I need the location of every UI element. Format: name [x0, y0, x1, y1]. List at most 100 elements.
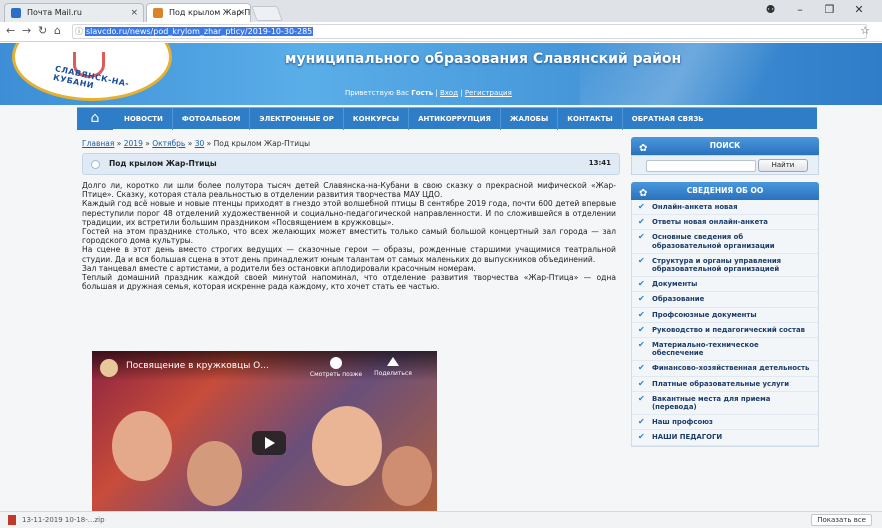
video-title[interactable]: Посвящение в кружковцы О...	[126, 361, 296, 371]
article-body: Долго ли, коротко ли шли более полутора …	[82, 181, 616, 291]
menu-item-complaints[interactable]: ЖАЛОБЫ	[501, 108, 559, 130]
sidebar-link-label: Платные образовательные услуги	[652, 379, 790, 388]
video-frame-decoration	[312, 406, 382, 486]
show-all-button[interactable]: Показать все	[811, 514, 872, 526]
sidebar-link[interactable]: ✔ Ответы новая онлайн-анкета	[632, 215, 818, 231]
sidebar-link[interactable]: ✔ Основные сведения об образовательной ор…	[632, 230, 818, 254]
sidebar-link[interactable]: ✔ Финансово-хозяйственная детельность	[632, 361, 818, 377]
check-icon: ✔	[638, 309, 645, 319]
menu-item-news[interactable]: НОВОСТИ	[115, 108, 173, 130]
back-icon[interactable]: ←	[6, 24, 15, 37]
mail-icon	[11, 8, 21, 18]
menu-list: НОВОСТИ ФОТОАЛЬБОМ ЭЛЕКТРОННЫЕ ОР КОНКУР…	[115, 108, 713, 130]
check-icon: ✔	[638, 279, 645, 289]
sidebar-link-label: НАШИ ПЕДАГОГИ	[652, 433, 723, 442]
minimize-icon[interactable]: –	[787, 3, 813, 16]
info-icon[interactable]: ⓘ	[75, 25, 83, 38]
breadcrumb-current: Под крылом Жар-Птицы	[213, 139, 311, 148]
sidebar-link-label: Документы	[652, 280, 698, 289]
url-input[interactable]: ⓘ slavcdo.ru/news/pod_krylom_zhar_pticy/…	[72, 24, 867, 39]
breadcrumb-month[interactable]: Октябрь	[152, 139, 185, 148]
search-title: ПОИСК	[709, 141, 741, 150]
check-icon: ✔	[638, 393, 645, 403]
share-icon	[387, 357, 399, 366]
check-icon: ✔	[638, 378, 645, 388]
check-icon: ✔	[638, 202, 645, 211]
clock-icon	[330, 357, 342, 369]
home-icon[interactable]: ⌂	[77, 108, 113, 130]
new-tab-button[interactable]	[251, 6, 283, 21]
sidebar-link[interactable]: ✔ Платные образовательные услуги	[632, 377, 818, 392]
sidebar-link[interactable]: ✔ Структура и органы управления образоват…	[632, 254, 818, 278]
article-paragraph: Долго ли, коротко ли шли более полутора …	[82, 181, 616, 200]
register-link[interactable]: Регистрация	[465, 89, 512, 97]
sidebar-link[interactable]: ✔ Документы	[632, 277, 818, 293]
sidebar-link[interactable]: ✔ Образование	[632, 292, 818, 308]
tab-mail[interactable]: Почта Mail.ru ×	[4, 3, 144, 22]
sidebar-link[interactable]: ✔ Наш профсоюз	[632, 415, 818, 431]
tab-article[interactable]: Под крылом Жар-Птиц ×	[146, 3, 251, 22]
post-header: Под крылом Жар-Птицы 13:41	[82, 153, 620, 175]
maximize-icon[interactable]: ❐	[817, 3, 843, 16]
sidebar-link[interactable]: ✔ Онлайн-анкета новая	[632, 200, 818, 216]
info-link-list: ✔ Онлайн-анкета новая ✔ Ответы новая онлай…	[631, 200, 819, 447]
video-player[interactable]: Посвящение в кружковцы О... Смотреть поз…	[92, 351, 437, 511]
article-paragraph: На сцене в этот день вместо строгих веду…	[82, 245, 616, 264]
breadcrumb-home[interactable]: Главная	[82, 139, 114, 148]
check-icon: ✔	[638, 255, 645, 265]
sidebar-link[interactable]: ✔ Руководство и педагогический состав	[632, 323, 818, 339]
login-link[interactable]: Вход	[440, 89, 458, 97]
check-icon: ✔	[638, 340, 645, 350]
article-paragraph: Зал танцевал вместе с артистами, а родит…	[82, 263, 476, 273]
close-icon[interactable]: ×	[237, 4, 245, 22]
sidebar-link-label: Онлайн-анкета новая	[652, 203, 738, 211]
main-menu: ⌂ НОВОСТИ ФОТОАЛЬБОМ ЭЛЕКТРОННЫЕ ОР КОНК…	[77, 107, 817, 130]
sidebar-link-label: Вакантные места для приема (перевода)	[652, 394, 771, 412]
search-button[interactable]: Найти	[758, 159, 808, 172]
sidebar-link-label: Образование	[652, 295, 705, 304]
browser-tabstrip: Почта Mail.ru × Под крылом Жар-Птиц × ⚉ …	[0, 0, 882, 22]
breadcrumb: Главная » 2019 » Октябрь » 30 » Под крыл…	[82, 139, 311, 148]
channel-avatar[interactable]	[100, 359, 118, 377]
play-button[interactable]	[252, 431, 286, 455]
url-text: slavcdo.ru/news/pod_krylom_zhar_pticy/20…	[85, 27, 314, 36]
sidebar-link-label: Руководство и педагогический состав	[652, 325, 805, 334]
menu-item-photoalbum[interactable]: ФОТОАЛЬБОМ	[173, 108, 251, 130]
reload-icon[interactable]: ↻	[38, 24, 47, 37]
close-window-icon[interactable]: ✕	[846, 3, 872, 16]
close-icon[interactable]: ×	[130, 4, 138, 22]
sidebar-link[interactable]: ✔ НАШИ ПЕДАГОГИ	[632, 430, 818, 446]
tab-label: Почта Mail.ru	[27, 8, 82, 17]
sidebar-link-label: Структура и органы управления образовате…	[652, 256, 782, 274]
menu-item-contacts[interactable]: КОНТАКТЫ	[558, 108, 623, 130]
search-box-header: ✿ ПОИСК	[631, 137, 819, 155]
video-frame-decoration	[382, 446, 432, 506]
check-icon: ✔	[638, 324, 645, 334]
site-favicon-icon	[153, 8, 163, 18]
watch-later-label: Смотреть позже	[309, 371, 363, 378]
window-controls: ⚉ – ❐ ✕	[758, 3, 873, 16]
sidebar: ✿ ПОИСК Найти ✿ СВЕДЕНИЯ ОБ ОО ✔ Онлайн-а…	[631, 137, 819, 447]
breadcrumb-day[interactable]: 30	[195, 139, 205, 148]
video-frame-decoration	[112, 411, 172, 481]
profile-icon[interactable]: ⚉	[758, 3, 784, 16]
menu-item-anticorruption[interactable]: АНТИКОРРУПЦИЯ	[409, 108, 501, 130]
sidebar-link[interactable]: ✔ Вакантные места для приема (перевода)	[632, 392, 818, 416]
home-icon[interactable]: ⌂	[54, 24, 61, 37]
share-button[interactable]: Поделиться	[368, 357, 418, 377]
menu-item-contests[interactable]: КОНКУРСЫ	[344, 108, 410, 130]
menu-item-electronic[interactable]: ЭЛЕКТРОННЫЕ ОР	[250, 108, 344, 130]
download-file-name[interactable]: 13-11-2019 10-18-...zip	[22, 516, 105, 524]
watch-later-button[interactable]: Смотреть позже	[308, 357, 364, 378]
search-input[interactable]	[646, 160, 756, 172]
post-title: Под крылом Жар-Птицы	[109, 159, 217, 168]
forward-icon[interactable]: →	[22, 24, 31, 37]
sidebar-link[interactable]: ✔ Материально-техническое обеспечение	[632, 338, 818, 362]
search-form: Найти	[631, 155, 819, 175]
breadcrumb-year[interactable]: 2019	[124, 139, 143, 148]
menu-item-feedback[interactable]: ОБРАТНАЯ СВЯЗЬ	[623, 108, 713, 130]
sidebar-link[interactable]: ✔ Профсоюзные документы	[632, 308, 818, 323]
sidebar-link-label: Профсоюзные документы	[652, 310, 757, 319]
bookmark-star-icon[interactable]: ☆	[860, 24, 870, 37]
site-logo[interactable]: СЛАВЯНСК-НА-КУБАНИ	[12, 43, 172, 101]
